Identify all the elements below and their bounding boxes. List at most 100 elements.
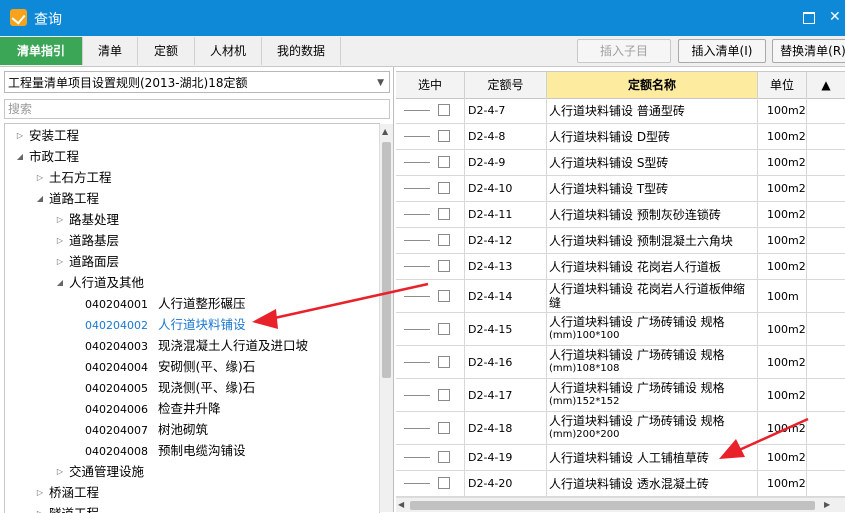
insert-list-button[interactable]: 插入清单(I) — [678, 39, 766, 63]
rule-select[interactable]: 工程量清单项目设置规则(2013-湖北)18定额 ▼ — [4, 71, 390, 93]
tree-item-label: 检查井升降 — [158, 401, 221, 416]
tree-item-code: 040204005 — [85, 382, 148, 395]
app-icon — [10, 9, 27, 26]
row-checkbox[interactable] — [438, 389, 450, 401]
quota-name: 人行道块料铺设 广场砖铺设 规格 — [549, 315, 725, 329]
quota-name-cell: 人行道块料铺设 预制混凝土六角块 — [547, 228, 758, 253]
table-row[interactable]: D2-4-13 人行道块料铺设 花岗岩人行道板 100m2 — [396, 254, 845, 280]
header-select[interactable]: 选中 — [396, 72, 465, 98]
table-row[interactable]: D2-4-16 人行道块料铺设 广场砖铺设 规格 (mm)108*108 100m2 — [396, 346, 845, 379]
collapsed-icon[interactable]: ▷ — [55, 251, 65, 272]
tab-toolbar: 清单指引 清单 定额 人材机 我的数据 插入子目 插入清单(I) 替换清单(R) — [0, 36, 845, 67]
row-checkbox[interactable] — [438, 130, 450, 142]
unit-cell: 100m2 — [758, 98, 807, 123]
quota-name-cell: 人行道块料铺设 广场砖铺设 规格 (mm)200*200 — [547, 412, 758, 444]
quota-name-cell: 人行道块料铺设 花岗岩人行道板 — [547, 254, 758, 279]
row-checkbox[interactable] — [438, 290, 450, 302]
scroll-up-icon[interactable]: ▲ — [382, 127, 388, 136]
table-row[interactable]: D2-4-14 人行道块料铺设 花岗岩人行道板伸缩缝 100m — [396, 280, 845, 313]
header-quota-name[interactable]: 定额名称 — [547, 72, 758, 98]
search-input[interactable] — [4, 99, 390, 119]
table-row[interactable]: D2-4-18 人行道块料铺设 广场砖铺设 规格 (mm)200*200 100m2 — [396, 412, 845, 445]
maximize-icon[interactable] — [803, 12, 815, 24]
table-row[interactable]: D2-4-10 人行道块料铺设 T型砖 100m2 — [396, 176, 845, 202]
quota-code-cell: D2-4-14 — [465, 280, 547, 312]
tab-list-guide[interactable]: 清单指引 — [0, 37, 83, 65]
tree-scroll-thumb[interactable] — [382, 142, 391, 378]
quota-code-cell: D2-4-19 — [465, 445, 547, 470]
tree-item-label: 人行道及其他 — [69, 275, 145, 290]
tree-item-label: 道路工程 — [49, 191, 100, 206]
quota-code-cell: D2-4-8 — [465, 124, 547, 149]
select-cell — [396, 228, 465, 253]
row-checkbox[interactable] — [438, 451, 450, 463]
tree-scrollbar[interactable]: ▲ — [379, 124, 393, 512]
row-checkbox[interactable] — [438, 260, 450, 272]
row-checkbox[interactable] — [438, 356, 450, 368]
quota-code-cell: D2-4-11 — [465, 202, 547, 227]
quota-name: 人行道块料铺设 广场砖铺设 规格 — [549, 348, 725, 362]
tab-my-data[interactable]: 我的数据 — [262, 37, 341, 65]
quota-name: 人行道块料铺设 人工铺植草砖 — [549, 450, 709, 465]
tree-item-label: 市政工程 — [29, 149, 80, 164]
row-checkbox[interactable] — [438, 208, 450, 220]
quota-name-cell: 人行道块料铺设 花岗岩人行道板伸缩缝 — [547, 280, 758, 312]
quota-code-cell: D2-4-16 — [465, 346, 547, 378]
tree-line — [404, 188, 430, 189]
select-cell — [396, 98, 465, 123]
quota-code-cell: D2-4-12 — [465, 228, 547, 253]
table-row[interactable]: D2-4-12 人行道块料铺设 预制混凝土六角块 100m2 — [396, 228, 845, 254]
row-checkbox[interactable] — [438, 104, 450, 116]
table-row[interactable]: D2-4-11 人行道块料铺设 预制灰砂连锁砖 100m2 — [396, 202, 845, 228]
quota-name-continued: (mm)152*152 — [549, 396, 620, 407]
row-checkbox[interactable] — [438, 323, 450, 335]
quota-name-cell: 人行道块料铺设 广场砖铺设 规格 (mm)108*108 — [547, 346, 758, 378]
collapsed-icon[interactable]: ▷ — [15, 125, 25, 146]
row-checkbox[interactable] — [438, 182, 450, 194]
collapsed-icon[interactable]: ▷ — [35, 482, 45, 503]
extra-cell — [807, 280, 845, 312]
unit-cell: 100m2 — [758, 379, 807, 411]
quota-name-cell: 人行道块料铺设 广场砖铺设 规格 (mm)152*152 — [547, 379, 758, 411]
collapsed-icon[interactable]: ▷ — [35, 167, 45, 188]
collapsed-icon[interactable]: ▷ — [55, 209, 65, 230]
collapsed-icon[interactable]: ▷ — [55, 461, 65, 482]
table-row[interactable]: D2-4-17 人行道块料铺设 广场砖铺设 规格 (mm)152*152 100m2 — [396, 379, 845, 412]
table-row[interactable]: D2-4-15 人行道块料铺设 广场砖铺设 规格 (mm)100*100 100m2 — [396, 313, 845, 346]
header-extra: ▲ — [821, 78, 831, 92]
extra-cell — [807, 471, 845, 496]
row-checkbox[interactable] — [438, 422, 450, 434]
table-row[interactable]: D2-4-8 人行道块料铺设 D型砖 100m2 — [396, 124, 845, 150]
quota-name-cell: 人行道块料铺设 T型砖 — [547, 176, 758, 201]
tab-list[interactable]: 清单 — [83, 37, 138, 65]
grid-h-scroll-thumb[interactable] — [410, 501, 815, 510]
header-unit[interactable]: 单位 — [758, 72, 807, 98]
quota-name: 人行道块料铺设 S型砖 — [549, 155, 669, 170]
tab-labor-material-machine[interactable]: 人材机 — [195, 37, 262, 65]
header-quota-code[interactable]: 定额号 — [465, 72, 547, 98]
extra-cell — [807, 98, 845, 123]
row-checkbox[interactable] — [438, 234, 450, 246]
replace-list-button[interactable]: 替换清单(R) — [772, 39, 845, 63]
insert-child-button[interactable]: 插入子目 — [577, 39, 671, 63]
unit-cell: 100m2 — [758, 445, 807, 470]
grid-h-scrollbar[interactable]: ◀ ▶ — [396, 497, 845, 512]
table-row[interactable]: D2-4-7 人行道块料铺设 普通型砖 100m2 — [396, 98, 845, 124]
close-icon[interactable]: ✕ — [829, 8, 841, 26]
tab-quota[interactable]: 定额 — [138, 37, 195, 65]
select-cell — [396, 379, 465, 411]
expanded-icon[interactable]: ◢ — [55, 272, 65, 293]
expanded-icon[interactable]: ◢ — [15, 146, 25, 167]
table-row[interactable]: D2-4-20 人行道块料铺设 透水混凝土砖 100m2 — [396, 471, 845, 497]
table-row[interactable]: D2-4-19 人行道块料铺设 人工铺植草砖 100m2 — [396, 445, 845, 471]
collapsed-icon[interactable]: ▷ — [55, 230, 65, 251]
quota-name: 人行道块料铺设 花岗岩人行道板伸缩 — [549, 282, 745, 296]
scroll-right-icon[interactable]: ▶ — [824, 500, 830, 509]
row-checkbox[interactable] — [438, 156, 450, 168]
table-row[interactable]: D2-4-9 人行道块料铺设 S型砖 100m2 — [396, 150, 845, 176]
scroll-left-icon[interactable]: ◀ — [398, 500, 404, 509]
expanded-icon[interactable]: ◢ — [35, 188, 45, 209]
quota-name-continued: (mm)108*108 — [549, 363, 620, 374]
row-checkbox[interactable] — [438, 477, 450, 489]
quota-name-continued: (mm)200*200 — [549, 429, 620, 440]
